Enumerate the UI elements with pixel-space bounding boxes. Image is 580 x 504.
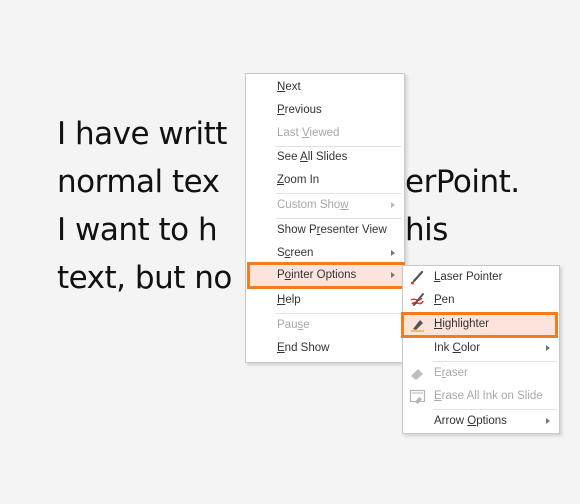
menu-item-show-presenter-view[interactable]: Show Presenter View [246,219,404,242]
context-menu: Next Previous Last Viewed See All Slides… [245,73,405,363]
submenu-item-pen[interactable]: Pen [403,289,559,312]
menu-item-pointer-options[interactable]: Pointer Options [246,264,404,287]
submenu-arrow-icon [546,418,550,424]
menu-item-custom-show: Custom Show [246,194,404,217]
slide-text-line: I want to h [57,212,218,248]
submenu-item-highlighter[interactable]: Highlighter [403,313,559,336]
pen-icon [410,293,424,306]
slide-text-fragment: erPoint. [405,164,520,200]
menu-item-end-show[interactable]: End Show [246,337,404,360]
submenu-arrow-icon [391,250,395,256]
erase-all-icon [409,389,426,404]
menu-item-help[interactable]: Help [246,289,404,312]
menu-item-last-viewed: Last Viewed [277,127,340,139]
slide-text-box: I have writt normal tex I want to h text… [57,110,232,302]
submenu-arrow-icon [391,272,395,278]
slide-text-line: text, but no [57,260,232,296]
submenu-item-arrow-options[interactable]: Arrow Options [403,410,559,433]
submenu-item-laser-pointer[interactable]: Laser Pointer [403,266,559,289]
pointer-options-submenu: Laser Pointer Pen Highlighter Ink Color … [401,265,560,434]
submenu-arrow-icon [546,345,550,351]
eraser-icon [411,369,423,380]
highlighter-icon [411,320,424,332]
menu-item-next[interactable]: Next [246,76,404,99]
submenu-item-eraser: Eraser [403,362,559,385]
menu-item-pause: Pause [277,319,310,331]
menu-item-zoom-in[interactable]: Zoom In [246,169,404,192]
slide-text-line: normal tex [57,164,220,200]
laser-pointer-icon [411,270,424,285]
submenu-item-ink-color[interactable]: Ink Color [403,337,559,360]
submenu-item-erase-all-ink: Erase All Ink on Slide [403,385,559,408]
slide-text-line: I have writt [57,116,227,152]
submenu-arrow-icon [391,202,395,208]
slide-text-fragment: his [405,212,448,248]
menu-item-previous[interactable]: Previous [246,99,404,122]
menu-item-see-all-slides[interactable]: See All Slides [246,146,404,169]
